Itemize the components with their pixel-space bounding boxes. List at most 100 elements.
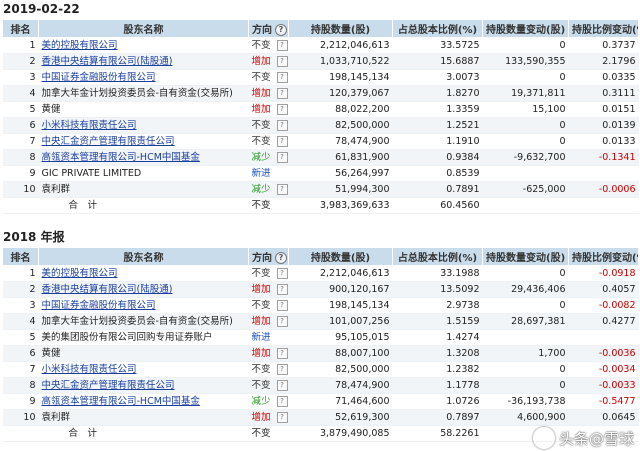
- detail-icon[interactable]: ?: [276, 184, 288, 195]
- holders-table: 排名 股东名称 方向? 持股数量(股) 占总股本比例(%) 持股数量变动(股) 持股比例变动…: [2, 19, 639, 214]
- pct-cell: 1.2521: [392, 117, 483, 134]
- detail-icon[interactable]: ?: [276, 380, 288, 391]
- holder-name-link[interactable]: 高瓴资本管理有限公司-HCM中国基金: [42, 152, 200, 163]
- direction-label: 增加: [251, 284, 271, 295]
- detail-icon[interactable]: ?: [276, 120, 288, 131]
- direction-cell: 增加?: [248, 313, 289, 330]
- holder-name-cell: 美的集团股份有限公司回购专用证券账户: [38, 329, 249, 346]
- detail-icon[interactable]: ?: [276, 56, 288, 67]
- holder-name-link[interactable]: 香港中央结算有限公司(陆股通): [42, 284, 173, 295]
- holder-name-cell: 高瓴资本管理有限公司-HCM中国基金: [38, 149, 249, 166]
- total-direction: 不变: [248, 425, 289, 442]
- column-header-pct: 占总股本比例(%): [392, 19, 483, 38]
- empty-cell: [2, 425, 39, 442]
- column-header-name: 股东名称: [38, 247, 249, 266]
- shares-cell: 71,464,600: [288, 393, 393, 410]
- direction-cell: 不变?: [248, 69, 289, 86]
- holder-name-cell: 美的控股有限公司: [38, 37, 249, 54]
- shares-cell: 101,007,256: [288, 313, 393, 330]
- holder-name: 袁利群: [41, 412, 71, 423]
- table-row: 9 GIC PRIVATE LIMITED 新进 56,264,997 0.8539: [2, 165, 639, 182]
- shares-cell: 61,831,900: [288, 149, 393, 166]
- holder-name-link[interactable]: 中央汇金资产管理有限责任公司: [42, 136, 175, 147]
- holder-name-link[interactable]: 中国证券金融股份有限公司: [42, 300, 156, 311]
- rank-cell: 6: [2, 345, 39, 362]
- change-cell: 19,371,811: [482, 85, 569, 102]
- shares-cell: 1,033,710,522: [288, 53, 393, 70]
- detail-icon[interactable]: ?: [276, 40, 288, 51]
- holder-name-link[interactable]: 中央汇金资产管理有限责任公司: [42, 380, 175, 391]
- column-header-label: 方向: [252, 253, 272, 264]
- detail-icon[interactable]: ?: [276, 348, 288, 359]
- holders-table: 排名 股东名称 方向? 持股数量(股) 占总股本比例(%) 持股数量变动(股) 持股比例变动…: [2, 247, 639, 442]
- empty-cell: [2, 197, 39, 214]
- rank-cell: 8: [2, 377, 39, 394]
- direction-label: 不变: [251, 364, 271, 375]
- column-header-label: 股东名称: [123, 253, 164, 264]
- snowball-logo-icon: [532, 427, 555, 449]
- holder-name-cell: 中央汇金资产管理有限责任公司: [38, 377, 249, 394]
- direction-cell: 减少?: [248, 181, 289, 198]
- holder-name-cell: 中国证券金融股份有限公司: [38, 69, 249, 86]
- help-icon[interactable]: ?: [275, 24, 287, 36]
- section-title: 2019-02-22: [3, 2, 80, 16]
- pct-cell: 0.7891: [392, 181, 483, 198]
- holder-name-cell: 加拿大年金计划投资委员会-自有资金(交易所): [38, 313, 249, 330]
- detail-icon[interactable]: ?: [276, 396, 288, 407]
- direction-cell: 新进: [248, 329, 289, 346]
- holder-name-cell: 香港中央结算有限公司(陆股通): [38, 53, 249, 70]
- pct-cell: 0.8539: [392, 165, 483, 182]
- column-header-label: 股东名称: [123, 25, 164, 36]
- direction-cell: 不变?: [248, 37, 289, 54]
- table-row: 7 小米科技有限责任公司 不变? 82,500,000 1.2382 0 -0.0034: [2, 361, 639, 378]
- shares-cell: 51,994,300: [288, 181, 393, 198]
- holder-name-link[interactable]: 中国证券金融股份有限公司: [42, 72, 156, 83]
- change-cell: 0: [482, 361, 569, 378]
- detail-icon[interactable]: ?: [276, 284, 288, 295]
- change-cell: 15,100: [482, 101, 569, 118]
- holder-name-link[interactable]: 美的控股有限公司: [42, 268, 118, 279]
- holders-section: 2019-02-22 排名 股东名称 方向? 持股数量(股) 占总股本比例(%) 持股数量变…: [0, 0, 640, 214]
- detail-icon[interactable]: ?: [276, 412, 288, 423]
- pct-cell: 1.3208: [392, 345, 483, 362]
- holder-name-link[interactable]: 高瓴资本管理有限公司-HCM中国基金: [42, 396, 200, 407]
- holder-name-link[interactable]: 美的控股有限公司: [42, 40, 118, 51]
- change-cell: [482, 329, 569, 346]
- rank-cell: 8: [2, 149, 39, 166]
- detail-icon[interactable]: ?: [276, 300, 288, 311]
- direction-label: 不变: [251, 268, 271, 279]
- total-shares: 3,983,369,633: [288, 197, 393, 214]
- direction-label: 不变: [251, 380, 271, 391]
- detail-icon[interactable]: ?: [276, 136, 288, 147]
- column-header-rank: 排名: [2, 247, 39, 266]
- shares-cell: 2,212,046,613: [288, 37, 393, 54]
- detail-icon[interactable]: ?: [276, 88, 288, 99]
- table-header-row: 排名 股东名称 方向? 持股数量(股) 占总股本比例(%) 持股数量变动(股) 持股比例变动…: [2, 19, 639, 38]
- rank-cell: 4: [2, 85, 39, 102]
- change-cell: 28,697,381: [482, 313, 569, 330]
- detail-icon[interactable]: ?: [276, 316, 288, 327]
- detail-icon[interactable]: ?: [276, 364, 288, 375]
- help-icon[interactable]: ?: [275, 252, 287, 264]
- detail-icon[interactable]: ?: [276, 104, 288, 115]
- holder-name-link[interactable]: 小米科技有限责任公司: [42, 120, 137, 131]
- holder-name-link[interactable]: 香港中央结算有限公司(陆股通): [42, 56, 173, 67]
- shares-cell: 900,120,167: [288, 281, 393, 298]
- detail-icon[interactable]: ?: [276, 72, 288, 83]
- column-header-label: 持股比例变动(%): [572, 253, 638, 264]
- shares-cell: 78,474,900: [288, 133, 393, 150]
- holder-name: 美的集团股份有限公司回购专用证券账户: [41, 332, 213, 343]
- detail-icon[interactable]: ?: [276, 268, 288, 279]
- column-header-label: 持股数量变动(股): [486, 25, 566, 36]
- rank-cell: 5: [2, 101, 39, 118]
- pct-change-cell: -0.0082: [568, 297, 639, 314]
- change-cell: 0: [482, 297, 569, 314]
- rank-cell: 9: [2, 165, 39, 182]
- column-header-label: 持股数量(股): [310, 25, 371, 36]
- holder-name-link[interactable]: 小米科技有限责任公司: [42, 364, 137, 375]
- direction-label: 增加: [251, 316, 271, 327]
- table-row: 10 袁利群 减少? 51,994,300 0.7891 -625,000 -0.0006: [2, 181, 639, 198]
- detail-icon[interactable]: ?: [276, 152, 288, 163]
- direction-cell: 新进: [248, 165, 289, 182]
- direction-cell: 增加?: [248, 345, 289, 362]
